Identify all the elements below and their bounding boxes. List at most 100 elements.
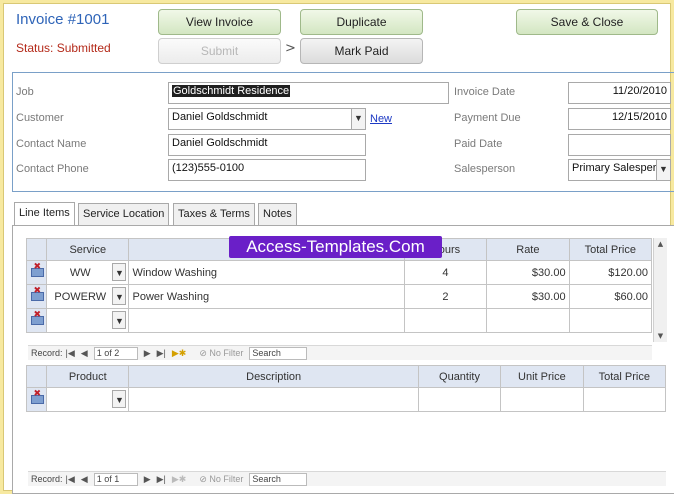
service-combo[interactable]: WW ▼ [46,260,130,285]
scroll-track[interactable] [654,250,667,330]
row-selector-header [25,365,48,388]
column-header[interactable]: Description [128,365,419,388]
invoice-date-label: Invoice Date [454,86,516,98]
contact-phone-label: Contact Phone [16,163,89,175]
customer-label: Customer [16,112,64,124]
first-record-icon[interactable]: |◀ [66,474,75,485]
row-edit-icon [30,261,44,277]
total-price-cell [568,308,653,333]
previous-record-icon[interactable]: ◀ [81,348,88,359]
column-header[interactable]: Service [46,238,130,261]
tab-line-items[interactable]: Line Items [14,202,75,226]
job-field[interactable]: Goldschmidt Residence [168,82,449,104]
payment-due-field[interactable]: 12/15/2010 [568,108,671,130]
first-record-icon[interactable]: |◀ [66,348,75,359]
mark-paid-button[interactable]: Mark Paid [300,38,423,64]
page-title: Invoice #1001 [16,11,110,28]
chevron-down-icon[interactable]: ▼ [112,287,127,305]
description-cell[interactable] [128,387,419,412]
description-cell[interactable]: Window Washing [128,260,405,285]
filter-icon: ⊘ [199,473,210,484]
scroll-up-icon[interactable]: ▲ [654,238,667,250]
rate-cell[interactable]: $30.00 [486,284,570,309]
save-close-button[interactable]: Save & Close [516,9,658,35]
total-price-cell [582,387,667,412]
salesperson-combo[interactable]: Primary Salesperson ▼ [568,159,671,181]
hours-cell[interactable]: 4 [403,260,488,285]
description-cell[interactable] [128,308,405,333]
contact-phone-field[interactable]: (123)555-0100 [168,159,366,181]
service-combo[interactable]: POWERW ▼ [46,284,130,309]
search-input[interactable]: Search [249,346,308,360]
row-selector[interactable] [25,387,48,412]
column-header[interactable]: Rate [486,238,570,261]
customer-combo[interactable]: Daniel Goldschmidt ▼ [168,108,366,130]
service-cell: POWERW [54,290,107,303]
tab-service-location[interactable]: Service Location [78,203,170,225]
row-selector[interactable] [25,284,48,309]
chevron-down-icon[interactable]: ▼ [112,311,127,329]
unit-price-cell[interactable] [500,387,584,412]
service-combo[interactable]: ▼ [46,308,130,333]
quantity-cell[interactable] [417,387,502,412]
tab-notes[interactable]: Notes [258,203,297,225]
duplicate-button[interactable]: Duplicate [300,9,423,35]
row-selector[interactable] [25,308,48,333]
rate-cell[interactable] [486,308,570,333]
customer-value: Daniel Goldschmidt [172,111,268,123]
submit-button[interactable]: Submit [158,38,281,64]
description-cell[interactable]: Power Washing [128,284,405,309]
new-record-icon[interactable]: ▶✱ [172,348,186,359]
record-navigation-bar: Record: |◀ ◀ 1 of 1 ▶ ▶| ▶✱ ⊘ No Filter … [28,471,666,486]
tab-taxes-terms[interactable]: Taxes & Terms [173,203,255,225]
row-selector[interactable] [25,260,48,285]
next-record-icon[interactable]: ▶ [144,348,151,359]
total-price-cell: $120.00 [568,260,653,285]
previous-record-icon[interactable]: ◀ [81,474,88,485]
hours-cell[interactable]: 2 [403,284,488,309]
table-row[interactable]: POWERW ▼ Power Washing 2 $30.00 $60.00 [25,284,653,309]
new-customer-link[interactable]: New [370,113,392,125]
contact-name-field[interactable]: Daniel Goldschmidt [168,134,366,156]
rate-cell[interactable]: $30.00 [486,260,570,285]
record-navigation-bar: Record: |◀ ◀ 1 of 2 ▶ ▶| ▶✱ ⊘ No Filter … [28,345,652,360]
record-position[interactable]: 1 of 1 [93,472,138,486]
column-header[interactable]: Unit Price [500,365,584,388]
job-value: Goldschmidt Residence [172,85,291,97]
no-filter-button[interactable]: ⊘ No Filter [199,348,243,359]
no-filter-button[interactable]: ⊘ No Filter [199,474,243,485]
new-row[interactable]: ▼ [25,308,653,333]
record-position[interactable]: 1 of 2 [93,346,138,360]
last-record-icon[interactable]: ▶| [157,348,166,359]
hours-cell[interactable] [403,308,488,333]
row-edit-icon [30,388,44,404]
paid-date-field[interactable] [568,134,671,156]
search-input[interactable]: Search [249,472,308,486]
chevron-down-icon[interactable]: ▼ [656,160,670,180]
view-invoice-button[interactable]: View Invoice [158,9,281,35]
scroll-down-icon[interactable]: ▼ [654,330,667,342]
column-header[interactable]: Product [46,365,130,388]
service-cell: WW [69,266,91,279]
new-record-icon[interactable]: ▶✱ [172,474,186,485]
row-selector-header [25,238,48,261]
vertical-scrollbar[interactable]: ▲ ▼ [653,238,667,342]
product-combo[interactable]: ▼ [46,387,130,412]
last-record-icon[interactable]: ▶| [157,474,166,485]
record-label: Record: [31,348,63,358]
status-text: Status: Submitted [16,41,111,55]
column-header[interactable]: Total Price [568,238,653,261]
payment-due-label: Payment Due [454,112,521,124]
job-label: Job [16,86,34,98]
chevron-down-icon[interactable]: ▼ [351,109,365,129]
no-filter-label: No Filter [209,473,244,484]
column-header[interactable]: Quantity [417,365,502,388]
new-row[interactable]: ▼ [25,387,667,412]
next-record-icon[interactable]: ▶ [144,474,151,485]
invoice-date-field[interactable]: 11/20/2010 [568,82,671,104]
chevron-down-icon[interactable]: ▼ [112,390,127,408]
chevron-down-icon[interactable]: ▼ [112,263,127,281]
column-header[interactable]: Total Price [582,365,667,388]
contact-name-label: Contact Name [16,138,87,150]
table-row[interactable]: WW ▼ Window Washing 4 $30.00 $120.00 [25,260,653,285]
